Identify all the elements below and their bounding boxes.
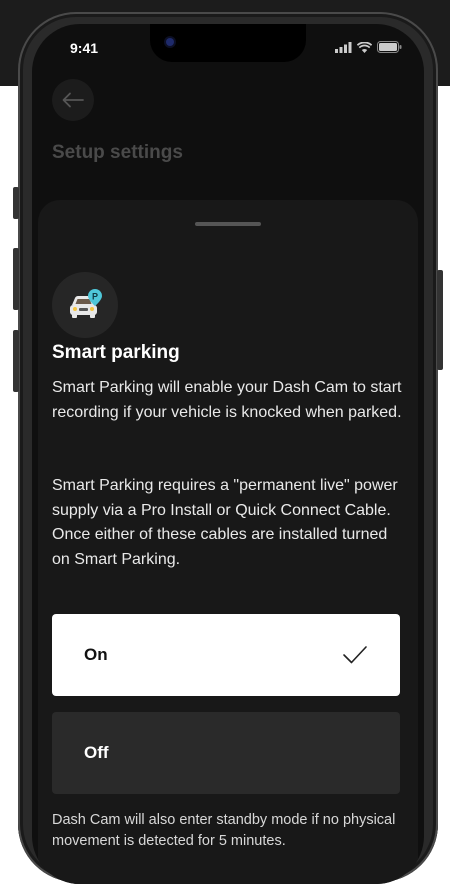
- standby-footnote: Dash Cam will also enter standby mode if…: [52, 812, 396, 849]
- mute-switch: [13, 187, 19, 219]
- checkmark-icon: [343, 646, 367, 664]
- battery-icon: [377, 41, 402, 53]
- option-off[interactable]: Off: [52, 712, 400, 794]
- option-off-label: Off: [84, 743, 109, 762]
- power-button: [437, 270, 443, 370]
- status-icons: [335, 41, 402, 53]
- car-parking-icon: P: [70, 289, 102, 318]
- svg-text:P: P: [92, 292, 98, 302]
- sheet-drag-handle[interactable]: [195, 222, 261, 226]
- camera-dot: [166, 38, 174, 46]
- wifi-icon: [357, 41, 372, 53]
- volume-up-button: [13, 248, 19, 310]
- arrow-left-icon: [62, 92, 84, 108]
- option-on-label: On: [84, 645, 108, 664]
- power-requirement-description: Smart Parking requires a "permanent live…: [52, 477, 398, 568]
- bottom-sheet: P Smart parking Smart Parking will enabl…: [38, 200, 418, 884]
- phone-screen: 9:41 Setup settings P Smart parking Smar…: [32, 24, 424, 884]
- back-button[interactable]: [52, 79, 94, 121]
- feature-icon-circle: P: [52, 272, 118, 338]
- notch: [150, 24, 306, 62]
- cellular-signal-icon: [335, 41, 352, 53]
- status-time: 9:41: [70, 40, 99, 56]
- feature-description: Smart Parking will enable your Dash Cam …: [52, 379, 402, 421]
- feature-title: Smart parking: [52, 342, 180, 363]
- page-title: Setup settings: [52, 142, 183, 163]
- volume-down-button: [13, 330, 19, 392]
- option-on[interactable]: On: [52, 614, 400, 696]
